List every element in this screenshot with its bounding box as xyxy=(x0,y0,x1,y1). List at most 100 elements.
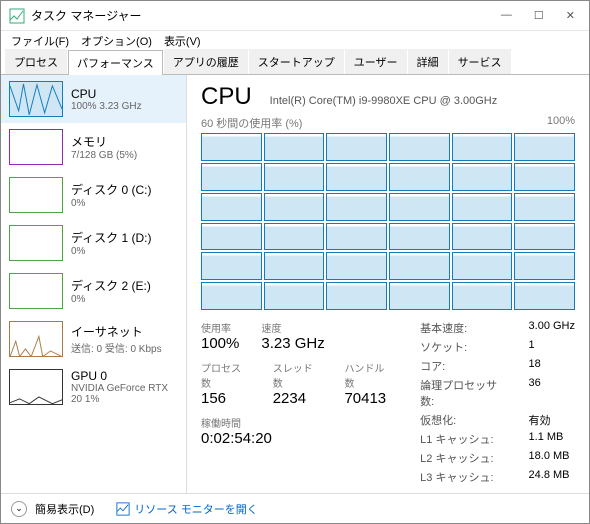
sidebar-item[interactable]: ディスク 1 (D:)0% xyxy=(1,219,186,267)
tab[interactable]: パフォーマンス xyxy=(68,50,163,75)
sidebar-item-title: ディスク 1 (D:) xyxy=(71,229,152,246)
menu-item[interactable]: ファイル(F) xyxy=(7,33,73,49)
menubar: ファイル(F)オプション(O)表示(V) xyxy=(1,31,589,51)
cpu-core-chart xyxy=(201,282,262,310)
cpu-core-chart xyxy=(201,133,262,161)
sidebar-item[interactable]: ディスク 2 (E:)0% xyxy=(1,267,186,315)
stat-label: ハンドル数 xyxy=(344,360,394,390)
chart-caption-right: 100% xyxy=(547,115,575,131)
sidebar-item-sub: 100% 3.23 GHz xyxy=(71,101,142,112)
cpu-core-chart xyxy=(514,193,575,221)
spec-key: ソケット: xyxy=(420,339,510,355)
tab[interactable]: スタートアップ xyxy=(249,49,344,74)
stat-value: 3.23 GHz xyxy=(261,335,324,352)
cpu-core-grid xyxy=(201,133,575,310)
resource-monitor-link[interactable]: リソース モニターを開く xyxy=(116,501,258,517)
tabbar: プロセスパフォーマンスアプリの履歴スタートアップユーザー詳細サービス xyxy=(1,51,589,75)
stat-label: プロセス数 xyxy=(201,360,251,390)
sidebar-item[interactable]: イーサネット送信: 0 受信: 0 Kbps xyxy=(1,315,186,363)
cpu-core-chart xyxy=(452,163,513,191)
monitor-icon xyxy=(116,502,130,516)
cpu-core-chart xyxy=(264,163,325,191)
thumb-disk xyxy=(9,177,63,213)
collapse-icon[interactable]: ⌄ xyxy=(11,501,27,517)
spec-key: 基本速度: xyxy=(420,320,510,336)
spec-key: L3 キャッシュ: xyxy=(420,469,510,485)
spec-val: 36 xyxy=(529,377,575,409)
thumb-mem xyxy=(9,129,63,165)
stat-value: 2234 xyxy=(273,390,323,407)
cpu-core-chart xyxy=(389,252,450,280)
app-icon xyxy=(9,8,25,24)
cpu-core-chart xyxy=(201,193,262,221)
tab[interactable]: プロセス xyxy=(5,49,67,74)
minimize-button[interactable]: — xyxy=(495,9,518,22)
menu-item[interactable]: 表示(V) xyxy=(160,33,205,49)
stat-value: 0:02:54:20 xyxy=(201,430,272,447)
stat-label: 稼働時間 xyxy=(201,415,272,430)
tab[interactable]: ユーザー xyxy=(345,49,407,74)
cpu-core-chart xyxy=(264,223,325,251)
tab[interactable]: 詳細 xyxy=(408,49,448,74)
stat-value: 156 xyxy=(201,390,251,407)
cpu-core-chart xyxy=(326,193,387,221)
cpu-core-chart xyxy=(514,133,575,161)
spec-val: 1 xyxy=(529,339,575,355)
cpu-core-chart xyxy=(452,193,513,221)
sidebar-item-sub: NVIDIA GeForce RTX 20 1% xyxy=(71,383,178,405)
cpu-core-chart xyxy=(389,282,450,310)
thumb-gpu xyxy=(9,369,63,405)
spec-val: 有効 xyxy=(529,412,575,428)
cpu-model: Intel(R) Core(TM) i9-9980XE CPU @ 3.00GH… xyxy=(270,95,498,107)
main-panel: CPU Intel(R) Core(TM) i9-9980XE CPU @ 3.… xyxy=(187,75,589,493)
sidebar-item-title: CPU xyxy=(71,87,142,101)
maximize-button[interactable]: ☐ xyxy=(528,9,550,22)
cpu-core-chart xyxy=(514,223,575,251)
stat-label: スレッド数 xyxy=(273,360,323,390)
cpu-core-chart xyxy=(389,133,450,161)
sidebar-item-title: メモリ xyxy=(71,133,137,150)
cpu-core-chart xyxy=(326,133,387,161)
sidebar-item-sub: 7/128 GB (5%) xyxy=(71,150,137,161)
thumb-cpu xyxy=(9,81,63,117)
resource-monitor-label: リソース モニターを開く xyxy=(134,501,258,517)
spec-key: コア: xyxy=(420,358,510,374)
cpu-core-chart xyxy=(452,223,513,251)
sidebar-item-title: ディスク 2 (E:) xyxy=(71,277,151,294)
fewer-details-button[interactable]: 簡易表示(D) xyxy=(35,501,94,517)
spec-val: 24.8 MB xyxy=(529,469,575,485)
cpu-core-chart xyxy=(326,282,387,310)
sidebar-item-title: ディスク 0 (C:) xyxy=(71,181,152,198)
sidebar-item[interactable]: ディスク 0 (C:)0% xyxy=(1,171,186,219)
spec-key: 仮想化: xyxy=(420,412,510,428)
menu-item[interactable]: オプション(O) xyxy=(77,33,156,49)
cpu-core-chart xyxy=(326,223,387,251)
chart-caption-left: 60 秒間の使用率 (%) xyxy=(201,115,302,131)
cpu-core-chart xyxy=(389,163,450,191)
sidebar-item-sub: 0% xyxy=(71,198,152,209)
spec-val: 18 xyxy=(529,358,575,374)
close-button[interactable]: ✕ xyxy=(560,9,581,22)
cpu-core-chart xyxy=(201,163,262,191)
cpu-core-chart xyxy=(452,282,513,310)
spec-val: 3.00 GHz xyxy=(529,320,575,336)
cpu-core-chart xyxy=(389,223,450,251)
spec-val: 18.0 MB xyxy=(529,450,575,466)
sidebar: CPU100% 3.23 GHzメモリ7/128 GB (5%)ディスク 0 (… xyxy=(1,75,187,493)
sidebar-item[interactable]: CPU100% 3.23 GHz xyxy=(1,75,186,123)
spec-val: 1.1 MB xyxy=(529,431,575,447)
spec-key: 論理プロセッサ数: xyxy=(420,377,510,409)
tab[interactable]: アプリの履歴 xyxy=(164,49,248,74)
spec-table: 基本速度: 3.00 GHz ソケット: 1 コア: 18 論理プロセッサ数: 36 仮想化: 有… xyxy=(420,320,575,485)
footer: ⌄ 簡易表示(D) リソース モニターを開く xyxy=(1,493,589,523)
cpu-core-chart xyxy=(326,163,387,191)
sidebar-item-sub: 送信: 0 受信: 0 Kbps xyxy=(71,340,162,355)
sidebar-item-title: イーサネット xyxy=(71,323,162,340)
cpu-core-chart xyxy=(201,252,262,280)
cpu-core-chart xyxy=(264,282,325,310)
sidebar-item[interactable]: メモリ7/128 GB (5%) xyxy=(1,123,186,171)
cpu-core-chart xyxy=(264,193,325,221)
tab[interactable]: サービス xyxy=(449,49,511,74)
sidebar-item[interactable]: GPU 0NVIDIA GeForce RTX 20 1% xyxy=(1,363,186,411)
titlebar: タスク マネージャー — ☐ ✕ xyxy=(1,1,589,31)
